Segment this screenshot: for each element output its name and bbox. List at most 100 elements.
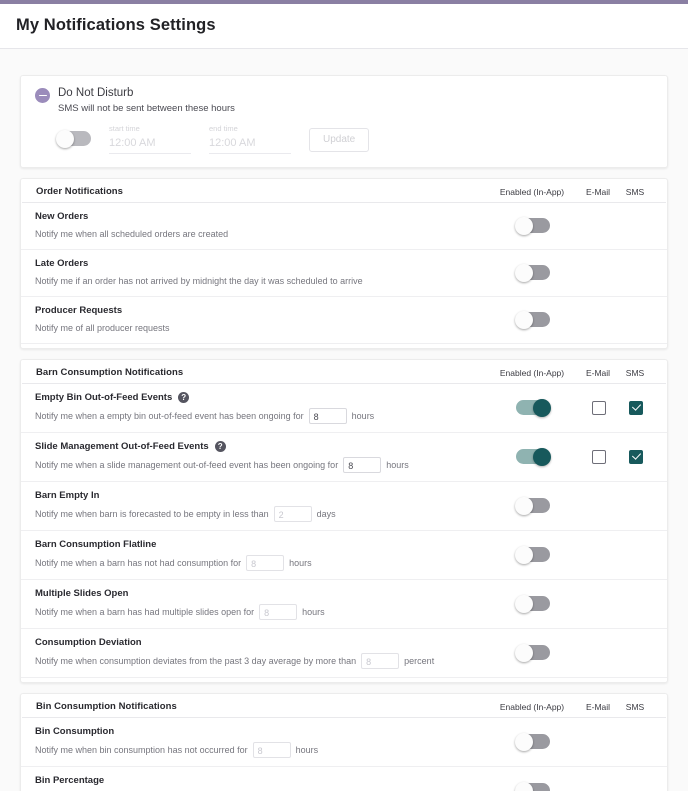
row-title-label: Empty Bin Out-of-Feed Events (35, 392, 173, 403)
enabled-toggle[interactable] (515, 594, 550, 613)
row-main: Producer Requests Notify me of all produc… (35, 304, 487, 335)
start-time-field[interactable]: start time 12:00 AM (109, 124, 191, 154)
threshold-input[interactable]: 8 (308, 408, 347, 424)
cell-enabled (487, 781, 579, 791)
table-row: New Orders Notify me when all scheduled o… (21, 203, 667, 250)
row-main: Late Orders Notify me if an order has not… (35, 257, 487, 288)
row-title-label: Barn Consumption Flatline (35, 539, 157, 550)
row-description: Notify me when all scheduled orders are … (35, 227, 487, 241)
column-header-sms: SMS (625, 367, 645, 378)
end-time-input[interactable]: 12:00 AM (209, 134, 291, 154)
row-description: Notify me if an order has not arrived by… (35, 274, 487, 288)
column-header-sms: SMS (625, 186, 645, 197)
row-description-text: Notify me if an order has not arrived by… (35, 276, 363, 286)
sms-checkbox[interactable] (629, 449, 643, 464)
start-time-input[interactable]: 12:00 AM (109, 134, 191, 154)
row-title: Producer Requests (35, 304, 487, 317)
section-order-notifications: Order Notifications Enabled (In-App) E-Mai… (20, 178, 668, 349)
row-main: Consumption Deviation Notify me when cons… (35, 636, 487, 669)
column-header-enabled: Enabled (In-App) (499, 186, 565, 197)
column-header-email: E-Mail (585, 367, 611, 378)
enabled-toggle[interactable] (515, 545, 550, 564)
threshold-unit-label: hours (289, 558, 312, 568)
enabled-toggle[interactable] (515, 263, 550, 282)
table-row: Multiple Slides Open Notify me when a bar… (21, 580, 667, 629)
sms-checkbox[interactable] (629, 400, 643, 415)
row-description-text: Notify me of all producer requests (35, 323, 170, 333)
cell-enabled (487, 216, 579, 235)
start-time-label: start time (109, 124, 140, 133)
column-header-email: E-Mail (585, 186, 611, 197)
enabled-toggle[interactable] (516, 447, 551, 466)
toggle-knob (515, 643, 533, 662)
table-row: Barn Empty In Notify me when barn is fore… (21, 482, 667, 531)
settings-canvas: Do Not Disturb SMS will not be sent betw… (0, 49, 688, 791)
enabled-toggle[interactable] (515, 216, 550, 235)
help-icon[interactable]: ? (178, 392, 190, 403)
update-button[interactable]: Update (309, 128, 370, 152)
cell-enabled (487, 594, 579, 613)
table-row: Late Orders Notify me if an order has not… (21, 250, 667, 297)
threshold-input[interactable]: 8 (246, 555, 285, 571)
row-title-label: Late Orders (35, 258, 89, 269)
enabled-toggle[interactable] (515, 732, 550, 751)
do-not-disturb-header: Do Not Disturb SMS will not be sent betw… (35, 86, 653, 115)
page-header: My Notifications Settings (0, 4, 688, 49)
toggle-knob (56, 129, 74, 148)
row-title: Consumption Deviation (35, 636, 487, 649)
toggle-knob (515, 216, 533, 235)
row-title-label: Slide Management Out-of-Feed Events (35, 441, 209, 452)
email-checkbox[interactable] (592, 400, 606, 415)
threshold-input[interactable]: 8 (259, 604, 298, 620)
row-description-text: Notify me when a empty bin out-of-feed e… (35, 411, 304, 421)
toggle-knob (515, 496, 533, 515)
table-row: Slide Management Out-of-Feed Events? Noti… (21, 433, 667, 482)
section-title: Bin Consumption Notifications (36, 701, 177, 712)
row-description-text: Notify me when a barn has had multiple s… (35, 607, 255, 617)
row-title: Barn Empty In (35, 489, 487, 502)
section-bin-consumption-notifications: Bin Consumption Notifications Enabled (In… (20, 693, 668, 791)
table-row: Bin PercentageNotify me when bin volume … (21, 767, 667, 791)
enabled-toggle[interactable] (515, 310, 550, 329)
help-icon[interactable]: ? (214, 441, 226, 452)
threshold-input[interactable]: 8 (361, 653, 400, 669)
row-description: Notify me of all producer requests (35, 321, 487, 335)
enabled-toggle[interactable] (515, 781, 550, 791)
row-main: Empty Bin Out-of-Feed Events? Notify me w… (35, 391, 487, 424)
row-description-text: Notify me when a slide management out-of… (35, 460, 339, 470)
toggle-knob (515, 732, 533, 751)
email-checkbox[interactable] (592, 449, 606, 464)
threshold-input[interactable]: 2 (273, 506, 312, 522)
table-row: Empty Bin Out-of-Feed Events? Notify me w… (21, 384, 667, 433)
enabled-toggle[interactable] (515, 496, 550, 515)
notifications-settings-page: My Notifications Settings Do Not Disturb… (0, 0, 688, 791)
row-title: Multiple Slides Open (35, 587, 487, 600)
threshold-input[interactable]: 8 (252, 742, 291, 758)
threshold-unit-label: hours (351, 411, 375, 421)
threshold-unit-label: days (316, 509, 336, 519)
row-main: Slide Management Out-of-Feed Events? Noti… (35, 440, 487, 473)
row-main: Multiple Slides Open Notify me when a bar… (35, 587, 487, 620)
toggle-knob (533, 398, 551, 417)
row-title: Bin Percentage (35, 774, 487, 787)
do-not-disturb-toggle[interactable] (56, 129, 91, 148)
section-header: Order Notifications Enabled (In-App) E-Mai… (22, 179, 666, 203)
enabled-toggle[interactable] (516, 398, 551, 417)
threshold-unit-label: hours (302, 607, 325, 617)
notification-sections: Order Notifications Enabled (In-App) E-Mai… (10, 178, 678, 791)
column-header-email: E-Mail (585, 701, 611, 712)
row-title: New Orders (35, 210, 487, 223)
end-time-field[interactable]: end time 12:00 AM (209, 124, 291, 154)
row-description-text: Notify me when a barn has not had consum… (35, 558, 242, 568)
table-row: Consumption Deviation Notify me when cons… (21, 629, 667, 678)
section-title: Order Notifications (36, 186, 123, 197)
do-not-disturb-subtitle: SMS will not be sent between these hours (58, 103, 235, 114)
enabled-toggle[interactable] (515, 643, 550, 662)
threshold-input[interactable]: 8 (343, 457, 382, 473)
row-title-label: Multiple Slides Open (35, 588, 129, 599)
row-description: Notify me when barn is forecasted to be … (35, 506, 487, 522)
row-main: Barn Empty In Notify me when barn is fore… (35, 489, 487, 522)
cell-sms (619, 449, 653, 464)
cell-sms (619, 400, 653, 415)
row-title: Barn Consumption Flatline (35, 538, 487, 551)
